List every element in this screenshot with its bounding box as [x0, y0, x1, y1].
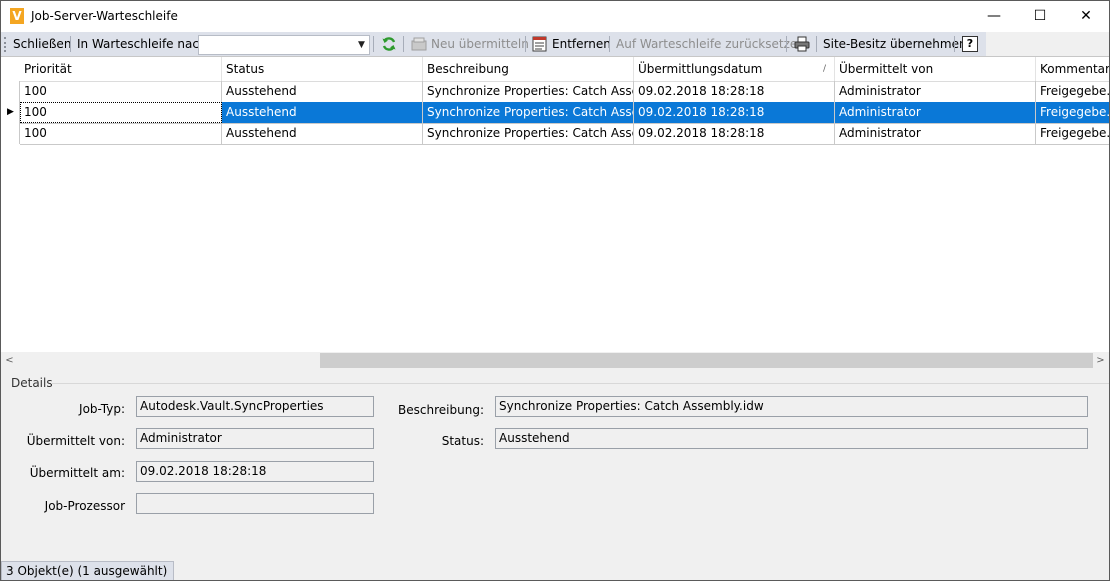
cell-priority: 100	[20, 123, 222, 144]
job-type-label: Job-Typ:	[79, 402, 125, 416]
job-processor-field[interactable]	[136, 493, 374, 514]
job-processor-label: Job-Prozessor	[44, 499, 125, 513]
cell-submitted-by: Administrator	[835, 102, 1036, 123]
details-title: Details	[11, 376, 53, 390]
dropdown-arrow-icon[interactable]: ▼	[354, 36, 369, 54]
cell-submitted-by: Administrator	[835, 123, 1036, 144]
print-icon[interactable]	[794, 36, 810, 52]
refresh-icon[interactable]	[381, 36, 397, 52]
remove-button[interactable]: Entfernen	[552, 35, 611, 53]
row-indicator-icon: ▶	[7, 107, 14, 117]
requeue-button[interactable]: Auf Warteschleife zurücksetzen	[616, 35, 805, 53]
column-header-submitted-by[interactable]: Übermittelt von	[835, 57, 1036, 81]
cell-priority: 100	[20, 81, 222, 102]
submitted-by-label: Übermittelt von:	[26, 434, 125, 448]
cell-comment: Freigegebe...	[1040, 126, 1109, 140]
table-row[interactable]: 100 Ausstehend Synchronize Properties: C…	[20, 81, 1109, 103]
column-header-submitted-date[interactable]: Übermittlungsdatum /	[634, 57, 835, 81]
toolbar-separator	[954, 36, 955, 52]
sort-indicator-icon: /	[822, 64, 826, 74]
app-logo-icon: V	[10, 8, 24, 24]
description-label: Beschreibung:	[398, 403, 484, 417]
table-row[interactable]: 100 Ausstehend Synchronize Properties: C…	[20, 123, 1109, 145]
grid-header: Priorität Status Beschreibung Übermittlu…	[20, 57, 1109, 82]
maximize-button[interactable]: ☐	[1017, 1, 1063, 32]
cell-comment: Freigegebe...	[1040, 84, 1109, 98]
job-grid: Priorität Status Beschreibung Übermittlu…	[1, 56, 1109, 353]
take-site-ownership-button[interactable]: Site-Besitz übernehmen	[823, 35, 967, 53]
submitted-on-field[interactable]: 09.02.2018 18:28:18	[136, 461, 374, 482]
cell-submitted-by: Administrator	[835, 81, 1036, 102]
close-window-button[interactable]: ✕	[1063, 1, 1109, 32]
toolbar-separator	[403, 36, 404, 52]
cell-submitted-date: 09.02.2018 18:28:18	[634, 81, 835, 102]
toolbar-separator	[786, 36, 787, 52]
title-bar: V Job-Server-Warteschleife — ☐ ✕	[1, 1, 1109, 32]
submitted-on-label: Übermittelt am:	[29, 466, 125, 480]
object-count-status: 3 Objekt(e) (1 ausgewählt)	[1, 561, 175, 580]
queue-filter-dropdown[interactable]: ▼	[198, 35, 370, 55]
scrollbar-thumb[interactable]	[320, 353, 1093, 368]
job-queue-window: V Job-Server-Warteschleife — ☐ ✕ Schließ…	[0, 0, 1110, 581]
toolbar-grip[interactable]	[4, 37, 8, 52]
cell-status: Ausstehend	[222, 102, 423, 123]
close-button[interactable]: Schließen	[13, 35, 71, 53]
horizontal-scrollbar[interactable]: < >	[1, 352, 1109, 369]
cell-status: Ausstehend	[222, 123, 423, 144]
column-header-priority[interactable]: Priorität	[20, 57, 222, 81]
queue-filter-label: In Warteschleife nach:	[77, 37, 211, 51]
description-field[interactable]: Synchronize Properties: Catch Assembly.i…	[495, 396, 1088, 417]
column-header-submitted-date-label: Übermittlungsdatum	[638, 62, 763, 76]
toolbar: Schließen In Warteschleife nach: Neu übe…	[1, 32, 986, 57]
toolbar-separator	[373, 36, 374, 52]
toolbar-separator	[609, 36, 610, 52]
help-icon[interactable]: ?	[962, 36, 978, 52]
cell-submitted-date: 09.02.2018 18:28:18	[634, 102, 835, 123]
status-label: Status:	[441, 434, 484, 448]
table-row-selected[interactable]: 100 Ausstehend Synchronize Properties: C…	[20, 102, 1109, 124]
toolbar-separator	[525, 36, 526, 52]
scroll-left-icon[interactable]: <	[1, 352, 18, 369]
submitted-by-field[interactable]: Administrator	[136, 428, 374, 449]
toolbar-separator	[816, 36, 817, 52]
status-bar: 3 Objekt(e) (1 ausgewählt)	[1, 559, 1109, 580]
details-divider	[51, 383, 1109, 384]
cell-comment: Freigegebe...	[1040, 105, 1109, 119]
cell-priority: 100	[20, 102, 222, 123]
status-field[interactable]: Ausstehend	[495, 428, 1088, 449]
cell-description: Synchronize Properties: Catch Assem...	[423, 81, 634, 102]
cell-description: Synchronize Properties: Catch Assem...	[423, 102, 634, 123]
cell-submitted-date: 09.02.2018 18:28:18	[634, 123, 835, 144]
cell-status: Ausstehend	[222, 81, 423, 102]
column-header-status[interactable]: Status	[222, 57, 423, 81]
column-header-comment[interactable]: Kommentar	[1036, 57, 1109, 81]
cell-description: Synchronize Properties: Catch Assem...	[423, 123, 634, 144]
window-title: Job-Server-Warteschleife	[31, 9, 178, 23]
scroll-right-icon[interactable]: >	[1092, 352, 1109, 369]
toolbar-separator	[70, 36, 71, 52]
resubmit-button[interactable]: Neu übermitteln	[431, 35, 529, 53]
resubmit-icon	[411, 37, 427, 51]
minimize-button[interactable]: —	[971, 1, 1017, 32]
job-type-field[interactable]: Autodesk.Vault.SyncProperties	[136, 396, 374, 417]
remove-icon	[532, 36, 547, 52]
column-header-description[interactable]: Beschreibung	[423, 57, 634, 81]
